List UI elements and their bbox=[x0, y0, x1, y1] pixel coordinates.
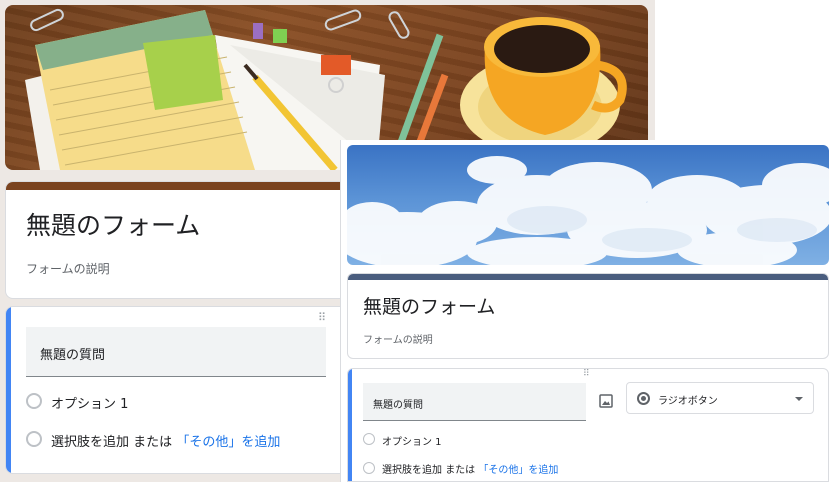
radio-icon bbox=[26, 431, 42, 447]
question-title-input[interactable]: 無題の質問 bbox=[363, 383, 586, 421]
add-other-link[interactable]: 「その他」を追加 bbox=[478, 465, 558, 476]
radio-icon bbox=[363, 433, 375, 445]
question-type-select[interactable]: ラジオボタン bbox=[626, 382, 814, 414]
add-other-link[interactable]: 「その他」を追加 bbox=[176, 435, 280, 450]
chevron-down-icon bbox=[795, 397, 803, 401]
front-form-window: 無題のフォーム フォームの説明 ⠿ 無題の質問 ラジオボタン オプション 1 選… bbox=[340, 140, 831, 482]
or-text: または bbox=[133, 435, 173, 450]
option-1[interactable]: オプション 1 bbox=[51, 393, 128, 412]
question-title-input[interactable]: 無題の質問 bbox=[26, 327, 326, 377]
question-type-label: ラジオボタン bbox=[658, 396, 718, 407]
header-image-sky bbox=[347, 145, 829, 265]
active-indicator bbox=[348, 369, 352, 481]
accent-bar bbox=[6, 182, 349, 190]
drag-handle-icon[interactable]: ⠿ bbox=[318, 311, 326, 324]
form-description[interactable]: フォームの説明 bbox=[26, 260, 110, 277]
radio-icon bbox=[363, 462, 375, 474]
form-title[interactable]: 無題のフォーム bbox=[26, 206, 200, 242]
form-description[interactable]: フォームの説明 bbox=[363, 331, 433, 346]
image-icon[interactable] bbox=[599, 393, 613, 408]
question-card[interactable]: ⠿ 無題の質問 ラジオボタン オプション 1 選択肢を追加 または 「その他」を… bbox=[347, 368, 829, 482]
add-option-link[interactable]: 選択肢を追加 bbox=[382, 465, 442, 476]
radio-icon bbox=[26, 393, 42, 409]
or-text: または bbox=[445, 465, 476, 476]
radio-checked-icon bbox=[637, 392, 650, 405]
active-indicator bbox=[6, 307, 11, 473]
drag-handle-icon[interactable]: ⠿ bbox=[583, 369, 590, 379]
option-1[interactable]: オプション 1 bbox=[382, 433, 442, 448]
form-title-card: 無題のフォーム フォームの説明 bbox=[347, 273, 829, 359]
question-card[interactable]: ⠿ 無題の質問 オプション 1 選択肢を追加 または 「その他」を追加 bbox=[5, 306, 350, 474]
form-title[interactable]: 無題のフォーム bbox=[363, 292, 495, 319]
add-option-link[interactable]: 選択肢を追加 bbox=[51, 435, 129, 450]
form-title-card: 無題のフォーム フォームの説明 bbox=[5, 181, 350, 299]
accent-bar bbox=[348, 274, 828, 280]
